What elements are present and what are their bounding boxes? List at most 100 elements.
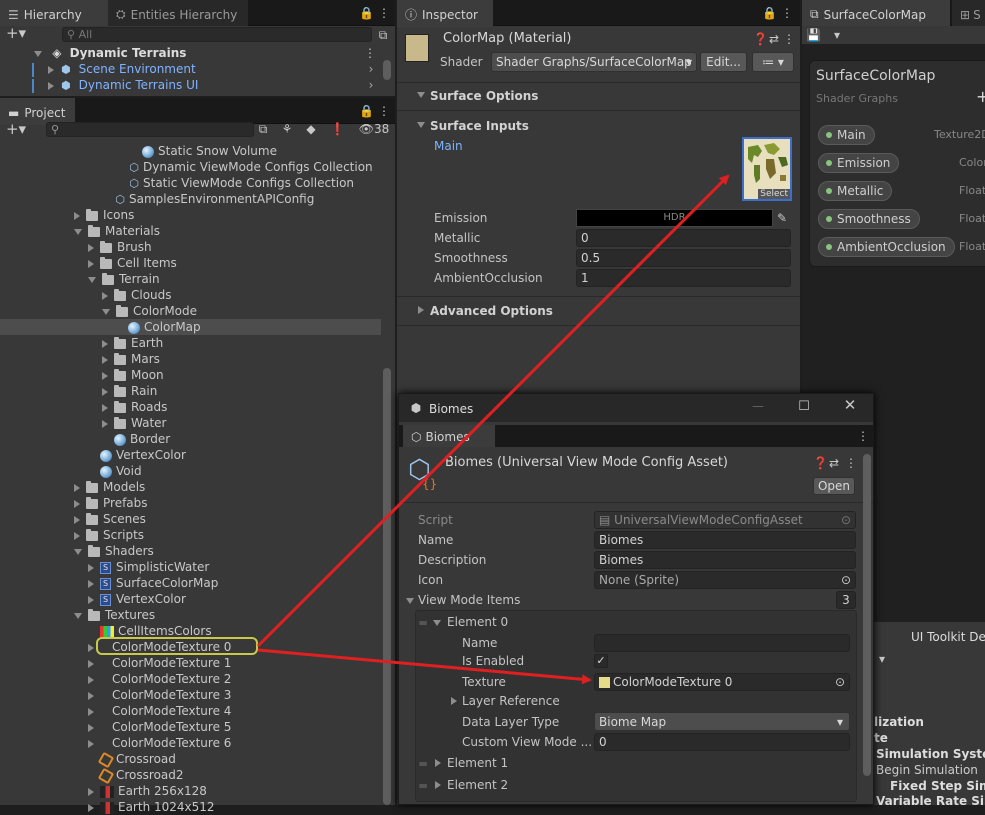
asset-item[interactable]: ColorModeTexture 5 xyxy=(0,719,381,735)
blackboard-property[interactable]: Emission xyxy=(818,153,900,173)
select-label[interactable]: Select xyxy=(758,189,790,199)
expand-arrow-icon[interactable] xyxy=(74,548,82,555)
expand-arrow-icon[interactable] xyxy=(88,595,94,604)
hierarchy-item-scene-environment[interactable]: ⬢ Scene Environment xyxy=(0,61,395,77)
description-field[interactable]: Biomes xyxy=(594,551,856,569)
tab-surfacecolormap[interactable]: ⧉ SurfaceColorMap xyxy=(802,0,950,27)
asset-item[interactable]: ColorModeTexture 6 xyxy=(0,735,381,751)
asset-item[interactable]: Earth 1024x512 xyxy=(0,799,381,815)
expand-arrow-icon[interactable] xyxy=(102,387,108,396)
help-icon[interactable]: ❓ xyxy=(813,456,828,470)
folder-item[interactable]: Roads xyxy=(0,399,381,415)
expand-arrow-icon[interactable] xyxy=(88,659,94,668)
close-icon[interactable]: ✕ xyxy=(843,398,857,413)
object-picker-icon[interactable]: ⊙ xyxy=(841,572,851,588)
expand-arrow-icon[interactable] xyxy=(88,243,94,252)
filter-icon[interactable]: ⚘ xyxy=(280,122,294,136)
view-mode-items-count[interactable]: 3 xyxy=(836,591,856,609)
expand-arrow-icon[interactable] xyxy=(88,723,94,732)
open-button[interactable]: Open xyxy=(813,477,855,495)
asset-item[interactable]: ColorModeTexture 3 xyxy=(0,687,381,703)
chevron-right-icon[interactable]: › xyxy=(366,78,376,92)
expand-arrow-icon[interactable] xyxy=(102,339,108,348)
expand-arrow-icon[interactable] xyxy=(102,308,110,315)
dropdown-arrow-icon[interactable]: ▾ xyxy=(830,28,844,42)
project-scrollbar[interactable] xyxy=(383,368,391,805)
preset-icon[interactable]: ⇄ xyxy=(768,32,780,46)
data-layer-type-dropdown[interactable]: Biome Map ▾ xyxy=(594,712,850,731)
expand-arrow-icon[interactable] xyxy=(47,65,54,74)
expand-arrow-icon[interactable] xyxy=(88,739,94,748)
tab-inspector[interactable]: ⓘ Inspector xyxy=(397,0,493,27)
drag-handle-icon[interactable]: ═ xyxy=(418,779,428,793)
lock-icon[interactable]: 🔒 xyxy=(762,6,777,20)
folder-item[interactable]: Materials xyxy=(0,223,381,239)
expand-arrow-icon[interactable] xyxy=(102,291,108,300)
expand-arrow-icon[interactable] xyxy=(74,515,80,524)
chevron-right-icon[interactable]: › xyxy=(366,62,376,76)
maximize-icon[interactable]: ☐ xyxy=(797,400,811,414)
expand-arrow-icon[interactable] xyxy=(74,483,80,492)
icon-field[interactable]: None (Sprite) ⊙ xyxy=(594,571,856,589)
add-icon[interactable]: +▾ xyxy=(4,122,28,137)
folder-item[interactable]: Brush xyxy=(0,239,381,255)
surface-inputs-header[interactable]: Surface Inputs xyxy=(397,116,800,136)
blackboard-property[interactable]: AmbientOcclusion xyxy=(818,237,955,257)
hierarchy-item-dynamic-terrains[interactable]: ◈ Dynamic Terrains xyxy=(0,45,395,61)
el-name-field[interactable] xyxy=(594,634,850,652)
tab-hierarchy[interactable]: ☰ Hierarchy xyxy=(0,0,108,27)
blackboard-property[interactable]: Metallic xyxy=(818,181,893,201)
edit-shader-button[interactable]: Edit... xyxy=(700,52,747,72)
expand-arrow-icon[interactable] xyxy=(74,211,80,220)
expand-arrow-icon[interactable] xyxy=(102,419,108,428)
expand-arrow-icon[interactable] xyxy=(88,675,94,684)
folder-item[interactable]: Textures xyxy=(0,607,381,623)
lock-icon[interactable]: 🔒 xyxy=(359,104,374,118)
ambient-occlusion-field[interactable]: 1 xyxy=(576,269,791,287)
help-icon[interactable]: ❓ xyxy=(753,32,768,46)
expand-arrow-icon[interactable] xyxy=(74,499,80,508)
hierarchy-scrollbar[interactable] xyxy=(383,60,391,80)
is-enabled-checkbox[interactable]: ✓ xyxy=(594,654,608,668)
asset-item[interactable]: Void xyxy=(0,463,381,479)
expand-arrow-icon[interactable] xyxy=(88,276,96,283)
texture-field[interactable]: ColorModeTexture 0 ⊙ xyxy=(594,673,850,691)
asset-item[interactable]: ⬡ Dynamic ViewMode Configs Collection xyxy=(0,159,381,175)
asset-item[interactable]: VertexColor xyxy=(0,447,381,463)
tab-biomes[interactable]: ⬡ Biomes xyxy=(403,425,495,447)
folder-item[interactable]: Scripts xyxy=(0,527,381,543)
more-menu-icon[interactable]: ⋮ xyxy=(781,6,793,20)
biomes-scrollbar[interactable] xyxy=(863,454,871,776)
smoothness-field[interactable]: 0.5 xyxy=(576,249,791,267)
asset-item[interactable]: ⬡ SamplesEnvironmentAPIConfig xyxy=(0,191,381,207)
more-menu-icon[interactable]: ⋮ xyxy=(378,6,390,20)
folder-item[interactable]: Shaders xyxy=(0,543,381,559)
expand-arrow-icon[interactable] xyxy=(88,259,94,268)
name-field[interactable]: Biomes xyxy=(594,531,856,549)
preset-icon[interactable]: ⇄ xyxy=(828,456,840,470)
folder-item[interactable]: Cell Items xyxy=(0,255,381,271)
tab-other[interactable]: ⊞ S xyxy=(952,0,985,27)
more-menu-icon[interactable]: ⋮ xyxy=(783,32,795,46)
scene-visibility-icon[interactable]: ⧉ xyxy=(376,28,390,42)
search-by-type-icon[interactable]: ⧉ xyxy=(256,122,270,136)
asset-item[interactable]: S SurfaceColorMap xyxy=(0,575,381,591)
asset-item[interactable]: Border xyxy=(0,431,381,447)
layer-reference-foldout[interactable]: Layer Reference xyxy=(451,693,751,711)
blackboard-property[interactable]: Main xyxy=(818,125,875,145)
element1-foldout[interactable]: Element 1 xyxy=(433,755,733,773)
minimize-icon[interactable]: — xyxy=(751,399,765,413)
folder-item[interactable]: Icons xyxy=(0,207,381,223)
more-menu-icon[interactable]: ⋮ xyxy=(845,456,857,470)
folder-item[interactable]: Terrain xyxy=(0,271,381,287)
warning-icon[interactable]: ❗ xyxy=(330,122,345,136)
asset-item[interactable]: S VertexColor xyxy=(0,591,381,607)
expand-arrow-icon[interactable] xyxy=(88,579,94,588)
expand-arrow-icon[interactable] xyxy=(34,50,42,57)
folder-item[interactable]: Water xyxy=(0,415,381,431)
expand-arrow-icon[interactable] xyxy=(88,563,94,572)
folder-item[interactable]: ColorMode xyxy=(0,303,381,319)
more-menu-icon[interactable]: ⋮ xyxy=(378,104,390,118)
asset-item[interactable]: S SimplisticWater xyxy=(0,559,381,575)
expand-arrow-icon[interactable] xyxy=(74,612,82,619)
